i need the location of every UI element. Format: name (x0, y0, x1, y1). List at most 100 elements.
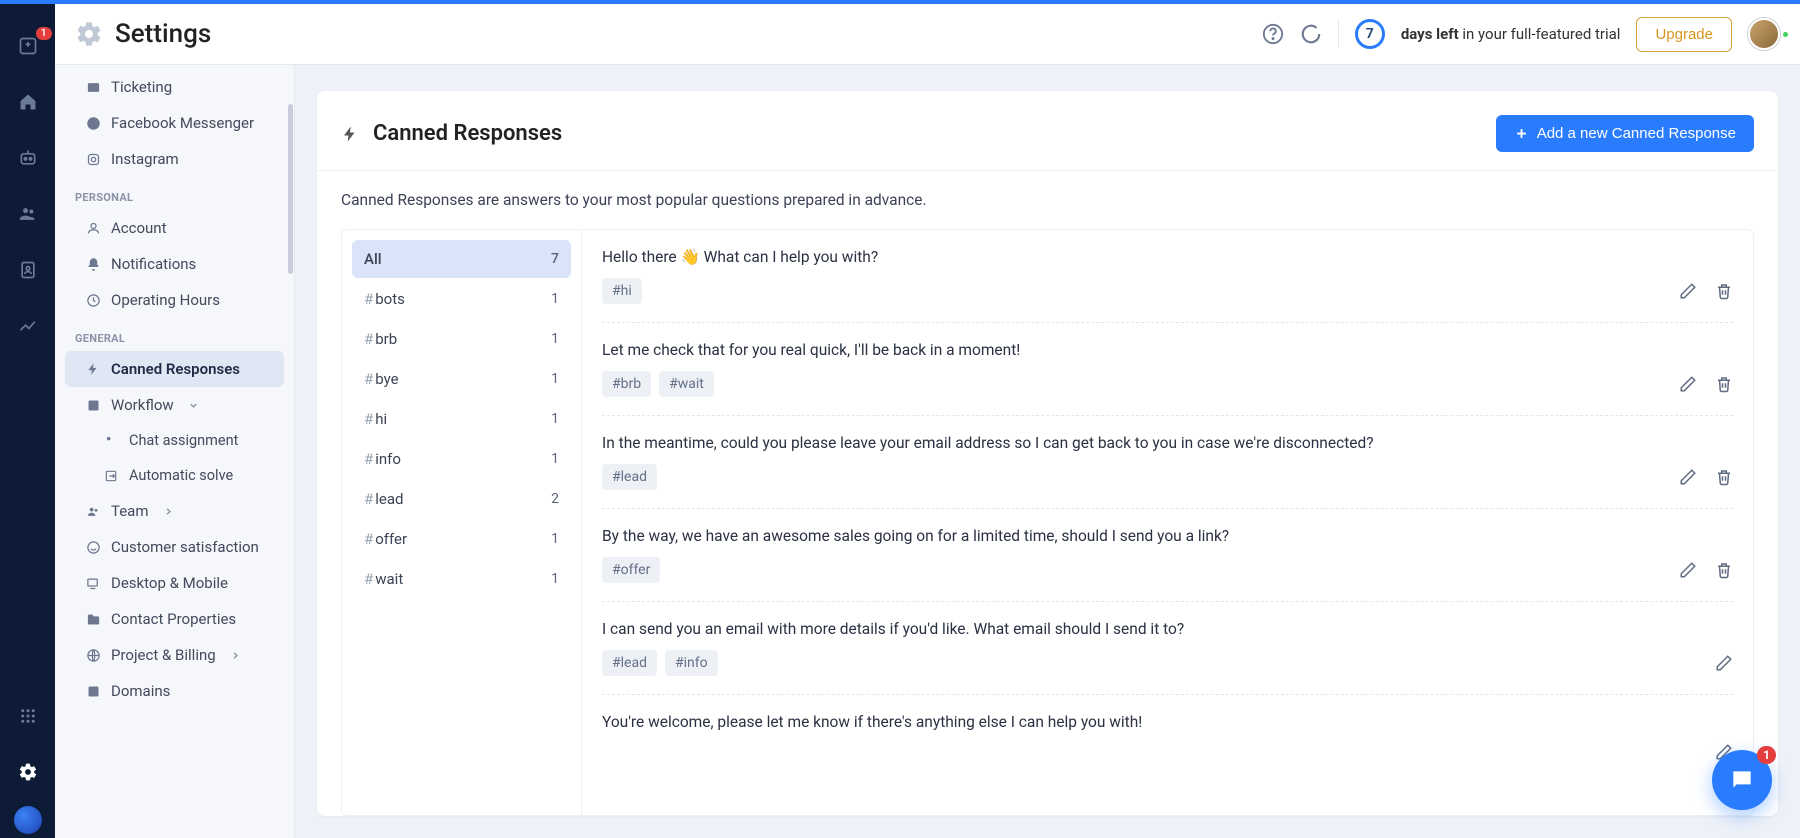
tag-count: 1 (551, 291, 559, 307)
tag-count: 1 (551, 531, 559, 547)
smile-icon (85, 539, 101, 555)
sidebar-item-label: Account (111, 219, 167, 237)
tag-label: bye (375, 370, 551, 388)
response-tag[interactable]: #hi (602, 278, 642, 304)
response-text: Let me check that for you real quick, I'… (602, 341, 1733, 359)
rail-address-book[interactable] (12, 254, 44, 286)
sidebar-item-instagram[interactable]: Instagram (65, 141, 284, 177)
tag-label: hi (375, 410, 551, 428)
tag-filter-bye[interactable]: #bye1 (352, 360, 571, 398)
help-icon[interactable] (1262, 23, 1284, 45)
tag-filter-hi[interactable]: #hi1 (352, 400, 571, 438)
sidebar-item-label: Customer satisfaction (111, 538, 259, 556)
sidebar-item-automatic-solve[interactable]: Automatic solve (65, 458, 284, 493)
sidebar-item-label: Instagram (111, 150, 179, 168)
sidebar-item-fb-messenger[interactable]: Facebook Messenger (65, 105, 284, 141)
sidebar-item-team[interactable]: Team (65, 493, 284, 529)
delete-icon[interactable] (1715, 468, 1733, 486)
sidebar-item-account[interactable]: Account (65, 210, 284, 246)
response-item: Let me check that for you real quick, I'… (602, 341, 1733, 416)
rail-analytics[interactable] (12, 310, 44, 342)
sidebar-item-csat[interactable]: Customer satisfaction (65, 529, 284, 565)
sidebar-item-label: Desktop & Mobile (111, 574, 228, 592)
sidebar-item-workflow[interactable]: Workflow (65, 387, 284, 423)
bell-icon (85, 256, 101, 272)
chevron-right-icon (230, 650, 241, 661)
response-item: Hello there 👋 What can I help you with?#… (602, 248, 1733, 323)
tag-filter-wait[interactable]: #wait1 (352, 560, 571, 598)
sidebar-item-ticketing[interactable]: Ticketing (65, 69, 284, 105)
rail-brand-logo[interactable] (14, 806, 42, 834)
domains-icon (85, 683, 101, 699)
tag-filter-lead[interactable]: #lead2 (352, 480, 571, 518)
tag-filter-bots[interactable]: #bots1 (352, 280, 571, 318)
edit-icon[interactable] (1715, 654, 1733, 672)
response-tag[interactable]: #wait (659, 371, 714, 397)
user-icon (85, 220, 101, 236)
rail-bot[interactable] (12, 142, 44, 174)
messenger-icon (85, 115, 101, 131)
folder-icon (85, 611, 101, 627)
hash-icon: # (364, 410, 373, 428)
app-header: Settings 7 days left in your full-featur… (55, 4, 1800, 65)
hash-icon: # (364, 530, 373, 548)
sidebar-item-canned-responses[interactable]: Canned Responses (65, 351, 284, 387)
sidebar-item-label: Automatic solve (129, 467, 233, 484)
tag-label: All (364, 250, 551, 268)
response-item: You're welcome, please let me know if th… (602, 713, 1733, 779)
edit-icon[interactable] (1679, 468, 1697, 486)
chat-widget-button[interactable]: 1 (1712, 750, 1772, 810)
sidebar-item-notifications[interactable]: Notifications (65, 246, 284, 282)
sidebar-item-label: Canned Responses (111, 360, 240, 378)
rail-settings[interactable] (12, 756, 44, 788)
sidebar-item-desktop-mobile[interactable]: Desktop & Mobile (65, 565, 284, 601)
rail-home[interactable] (12, 86, 44, 118)
tag-filter-offer[interactable]: #offer1 (352, 520, 571, 558)
user-avatar[interactable] (1748, 18, 1780, 50)
sidebar-item-project-billing[interactable]: Project & Billing (65, 637, 284, 673)
sidebar-item-operating-hours[interactable]: Operating Hours (65, 282, 284, 318)
rail-inbox[interactable]: 1 (12, 30, 44, 62)
settings-gear-icon (75, 20, 103, 48)
upgrade-button[interactable]: Upgrade (1636, 17, 1732, 52)
add-canned-response-button[interactable]: Add a new Canned Response (1496, 115, 1754, 152)
sidebar-item-label: Notifications (111, 255, 196, 273)
sidebar-item-domains[interactable]: Domains (65, 673, 284, 709)
response-tag[interactable]: #lead (602, 464, 657, 490)
panel-title: Canned Responses (373, 121, 562, 146)
response-text: In the meantime, could you please leave … (602, 434, 1733, 452)
assignment-icon (103, 433, 119, 449)
response-tag[interactable]: #lead (602, 650, 657, 676)
edit-icon[interactable] (1679, 282, 1697, 300)
section-general: GENERAL (55, 318, 294, 351)
response-tag[interactable]: #brb (602, 371, 651, 397)
response-text: By the way, we have an awesome sales goi… (602, 527, 1733, 545)
delete-icon[interactable] (1715, 561, 1733, 579)
response-tag[interactable]: #info (665, 650, 718, 676)
edit-icon[interactable] (1679, 375, 1697, 393)
chevron-right-icon (163, 506, 174, 517)
refresh-icon[interactable] (1300, 23, 1322, 45)
trial-text: days left in your full-featured trial (1401, 25, 1621, 43)
rail-contacts[interactable] (12, 198, 44, 230)
response-tag[interactable]: #offer (602, 557, 660, 583)
sidebar-item-label: Contact Properties (111, 610, 236, 628)
settings-sidebar: Ticketing Facebook Messenger Instagram P… (55, 4, 295, 838)
rail-apps[interactable] (12, 700, 44, 732)
tags-filter-list: All7#bots1#brb1#bye1#hi1#info1#lead2#off… (342, 230, 582, 815)
delete-icon[interactable] (1715, 282, 1733, 300)
sidebar-item-label: Chat assignment (129, 432, 238, 449)
sidebar-item-chat-assignment[interactable]: Chat assignment (65, 423, 284, 458)
response-text: I can send you an email with more detail… (602, 620, 1733, 638)
edit-icon[interactable] (1679, 561, 1697, 579)
responses-list: Hello there 👋 What can I help you with?#… (582, 230, 1753, 815)
auto-solve-icon (103, 468, 119, 484)
delete-icon[interactable] (1715, 375, 1733, 393)
tag-filter-all[interactable]: All7 (352, 240, 571, 278)
canned-responses-panel: Canned Responses Add a new Canned Respon… (317, 91, 1778, 816)
scrollbar-thumb[interactable] (288, 104, 293, 274)
tag-filter-brb[interactable]: #brb1 (352, 320, 571, 358)
sidebar-item-contact-properties[interactable]: Contact Properties (65, 601, 284, 637)
hash-icon: # (364, 330, 373, 348)
tag-filter-info[interactable]: #info1 (352, 440, 571, 478)
